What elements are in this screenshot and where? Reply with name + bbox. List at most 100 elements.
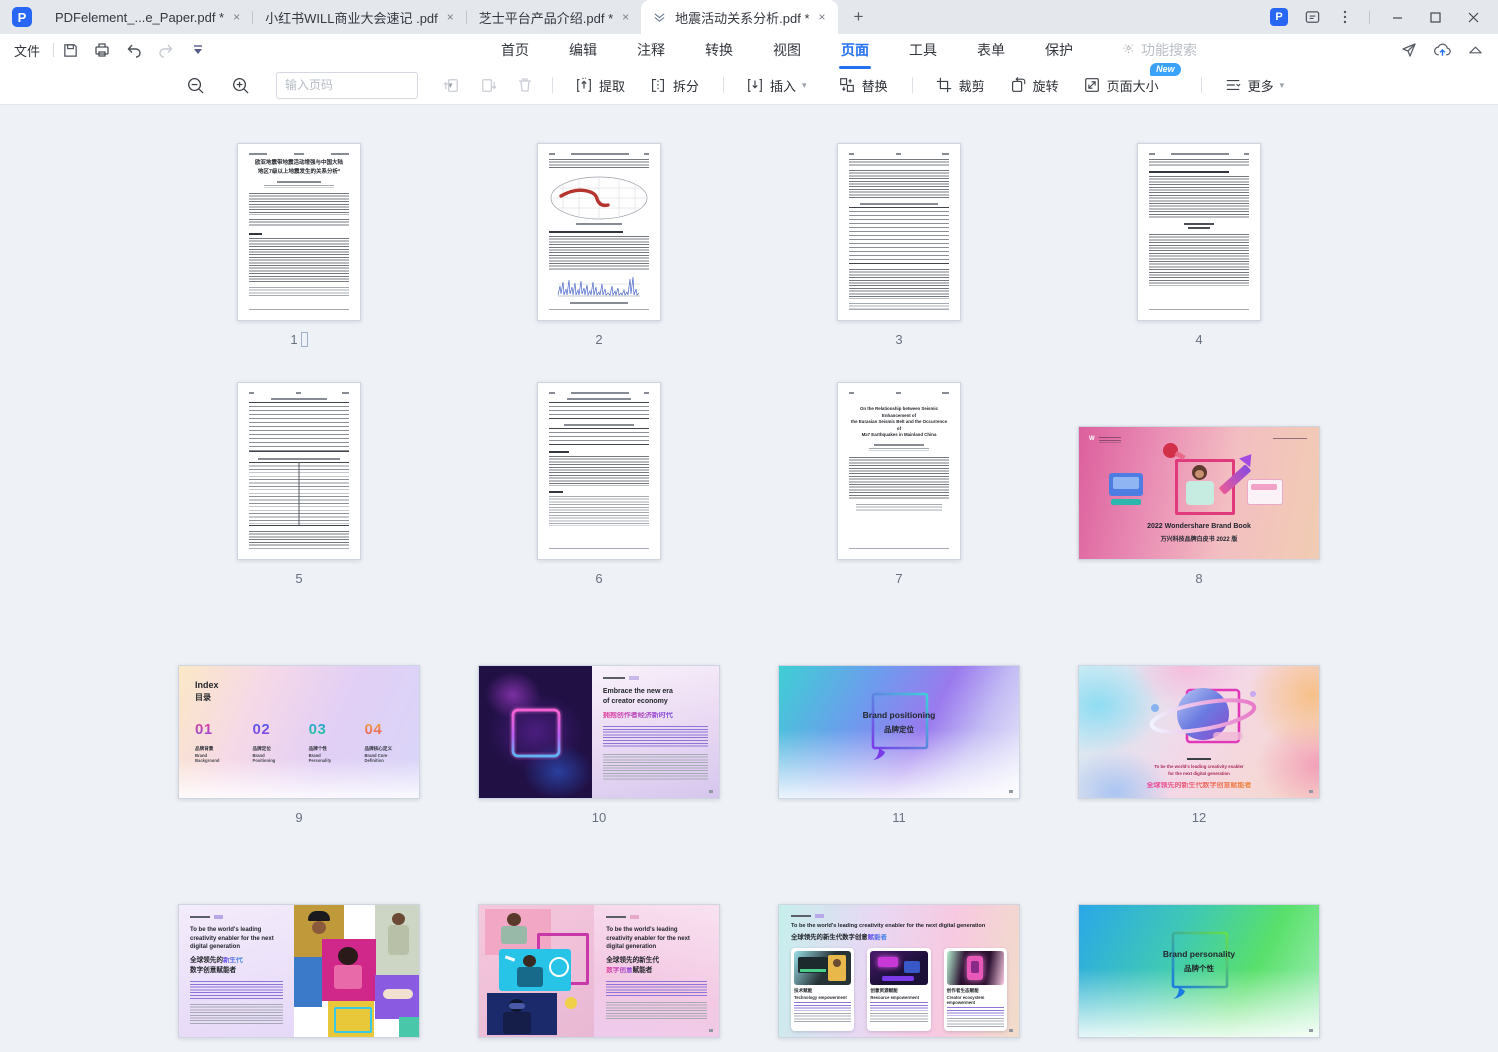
zoom-in-button[interactable]	[231, 76, 250, 95]
table-caption-placeholder	[567, 398, 631, 400]
save-button[interactable]	[57, 38, 83, 62]
rotate-pages-button[interactable]: 旋转	[1009, 76, 1059, 95]
page-thumbnail-15[interactable]: To be the world's leading creativity ena…	[778, 904, 1020, 1038]
document-tab-2[interactable]: 小红书WILL商业大会速记 .pdf ×	[253, 0, 466, 34]
tab-close-icon[interactable]: ×	[447, 10, 454, 24]
text-lines-placeholder	[549, 456, 649, 486]
header-text-placeholder	[1273, 438, 1307, 441]
kebab-menu-icon[interactable]	[1337, 9, 1353, 25]
index-label-zh: 品牌背景	[195, 746, 229, 752]
slide-title-en: To be the world's leadingcreativity enab…	[606, 926, 707, 952]
slide-line-en: To be the world's leading creativity ena…	[1079, 764, 1319, 777]
cover-art-person-face	[1195, 470, 1204, 478]
slide-page-number	[709, 790, 713, 793]
close-button[interactable]	[1462, 11, 1484, 24]
page-thumbnail-7[interactable]: On the Relationship between Seismic Enha…	[837, 382, 961, 560]
document-tab-1[interactable]: PDFelement_...e_Paper.pdf * ×	[43, 0, 252, 34]
feature-search[interactable]: 功能搜索	[1121, 40, 1197, 60]
page-thumbnail-13[interactable]: To be the world's leadingcreativity enab…	[178, 904, 420, 1038]
cloud-upload-icon[interactable]	[1433, 41, 1452, 59]
page-number-input[interactable]	[277, 78, 448, 92]
document-tab-4-active[interactable]: 地震活动关系分析.pdf * ×	[641, 0, 837, 34]
slide-text: To be the world's leading creativity ena…	[1079, 758, 1319, 790]
photo-collage	[479, 905, 594, 1037]
delete-page-button-disabled[interactable]	[516, 76, 534, 94]
menu-tab-tools[interactable]: 工具	[907, 35, 939, 65]
figure-caption-placeholder	[570, 302, 628, 304]
maximize-button[interactable]	[1424, 11, 1446, 24]
page-thumbnail-2[interactable]	[537, 143, 661, 321]
world-map-figure	[549, 175, 649, 221]
page-thumbnail-16[interactable]: Brand personality 品牌个性	[1078, 904, 1320, 1038]
extract-pages-button[interactable]: 提取	[575, 76, 625, 95]
page-thumbnail-4[interactable]	[1137, 143, 1261, 321]
card-image	[947, 951, 1004, 985]
menu-tab-page-active[interactable]: 页面	[839, 35, 871, 65]
slide-title-en: To be the world's leadingcreativity enab…	[190, 926, 283, 952]
insert-pages-button[interactable]: 插入▾	[746, 76, 814, 95]
collapse-toolbar-icon[interactable]	[1467, 43, 1484, 57]
page-cell-9: Index 目录 01 品牌背景 Brand Background 02 品牌定…	[149, 588, 449, 827]
index-number: 01	[195, 721, 229, 738]
page-thumbnail-3[interactable]	[837, 143, 961, 321]
move-page-down-button-disabled[interactable]	[479, 76, 498, 95]
zoom-out-button[interactable]	[186, 76, 205, 95]
card-image	[870, 951, 927, 985]
share-send-icon[interactable]	[1400, 41, 1418, 59]
text-lines-placeholder	[1149, 153, 1249, 155]
feedback-icon[interactable]	[1304, 9, 1321, 26]
page-thumbnail-1[interactable]: 欧亚地震带地震活动增强与中国大陆 地区7级以上地震发生的关系分析*	[237, 143, 361, 321]
title-bar: P PDFelement_...e_Paper.pdf * × 小红书WILL商…	[0, 0, 1498, 34]
section-heading-placeholder	[549, 451, 569, 453]
menu-tab-edit[interactable]: 编辑	[567, 35, 599, 65]
crop-pages-button[interactable]: 裁剪	[935, 76, 985, 95]
menu-tab-comment[interactable]: 注释	[635, 35, 667, 65]
page-thumbnail-8[interactable]: W 2022 Wondershare Brand Book 万兴科技品牌白皮书 …	[1078, 426, 1320, 560]
page-thumbnail-11[interactable]: Brand positioning 品牌定位	[778, 665, 1020, 799]
cover-art	[1113, 477, 1139, 489]
page-thumbnail-14[interactable]: To be the world's leadingcreativity enab…	[478, 904, 720, 1038]
page-number-combobox[interactable]: ▾	[276, 72, 418, 99]
replace-pages-button[interactable]: 替换	[838, 76, 888, 95]
menu-bar: 文件 首页 编辑 注释 转换 视图 页面 工具 表单 保护 功能搜索	[0, 34, 1498, 66]
page-thumbnail-10[interactable]: Embrace the new eraof creator economy 拥抱…	[478, 665, 720, 799]
slide-page-number	[1309, 790, 1313, 793]
print-button[interactable]	[89, 38, 115, 62]
redo-button[interactable]	[153, 38, 179, 62]
tab-close-icon[interactable]: ×	[233, 10, 240, 24]
tab-close-icon[interactable]: ×	[819, 10, 826, 24]
tab-close-icon[interactable]: ×	[622, 10, 629, 24]
page-cell-1: 欧亚地震带地震活动增强与中国大陆 地区7级以上地震发生的关系分析* 1	[149, 110, 449, 349]
footer-placeholder	[549, 309, 649, 311]
move-page-up-button-disabled[interactable]	[442, 76, 461, 95]
page-thumbnail-5[interactable]	[237, 382, 361, 560]
undo-button[interactable]	[121, 38, 147, 62]
menu-tab-home[interactable]: 首页	[499, 35, 531, 65]
quick-access-dropdown-icon[interactable]	[185, 38, 211, 62]
more-button[interactable]: 更多▾	[1224, 76, 1292, 95]
menu-tab-view[interactable]: 视图	[771, 35, 803, 65]
table-placeholder	[249, 462, 349, 526]
document-tab-3[interactable]: 芝士平台产品介绍.pdf * ×	[467, 0, 641, 34]
page-thumbnail-9[interactable]: Index 目录 01 品牌背景 Brand Background 02 品牌定…	[178, 665, 420, 799]
text-lines-placeholder	[190, 981, 283, 999]
minimize-button[interactable]	[1386, 11, 1408, 24]
file-menu[interactable]: 文件	[0, 41, 53, 60]
collage-photo	[399, 1017, 419, 1037]
menu-tab-form[interactable]: 表单	[975, 35, 1007, 65]
menu-tab-convert[interactable]: 转换	[703, 35, 735, 65]
table-caption-placeholder	[258, 458, 340, 460]
page-thumbnail-6[interactable]	[537, 382, 661, 560]
pdfelement-mini-logo-icon[interactable]: P	[1270, 8, 1288, 26]
text-lines-placeholder	[947, 1007, 1004, 1016]
page-cell-15: To be the world's leading creativity ena…	[749, 827, 1049, 1052]
split-pages-button[interactable]: 拆分	[649, 76, 699, 95]
new-tab-button[interactable]: +	[854, 7, 864, 27]
text-lines-placeholder	[869, 448, 929, 451]
cover-subtitle: 万兴科技品牌白皮书 2022 版	[1079, 534, 1319, 543]
paper-title-en: On the Relationship between Seismic Enha…	[849, 406, 949, 419]
menu-tab-protect[interactable]: 保护	[1043, 35, 1075, 65]
page-thumbnail-12[interactable]: To be the world's leading creativity ena…	[1078, 665, 1320, 799]
page-size-button[interactable]: 页面大小 New	[1083, 76, 1159, 95]
text-lines-placeholder	[249, 238, 349, 282]
